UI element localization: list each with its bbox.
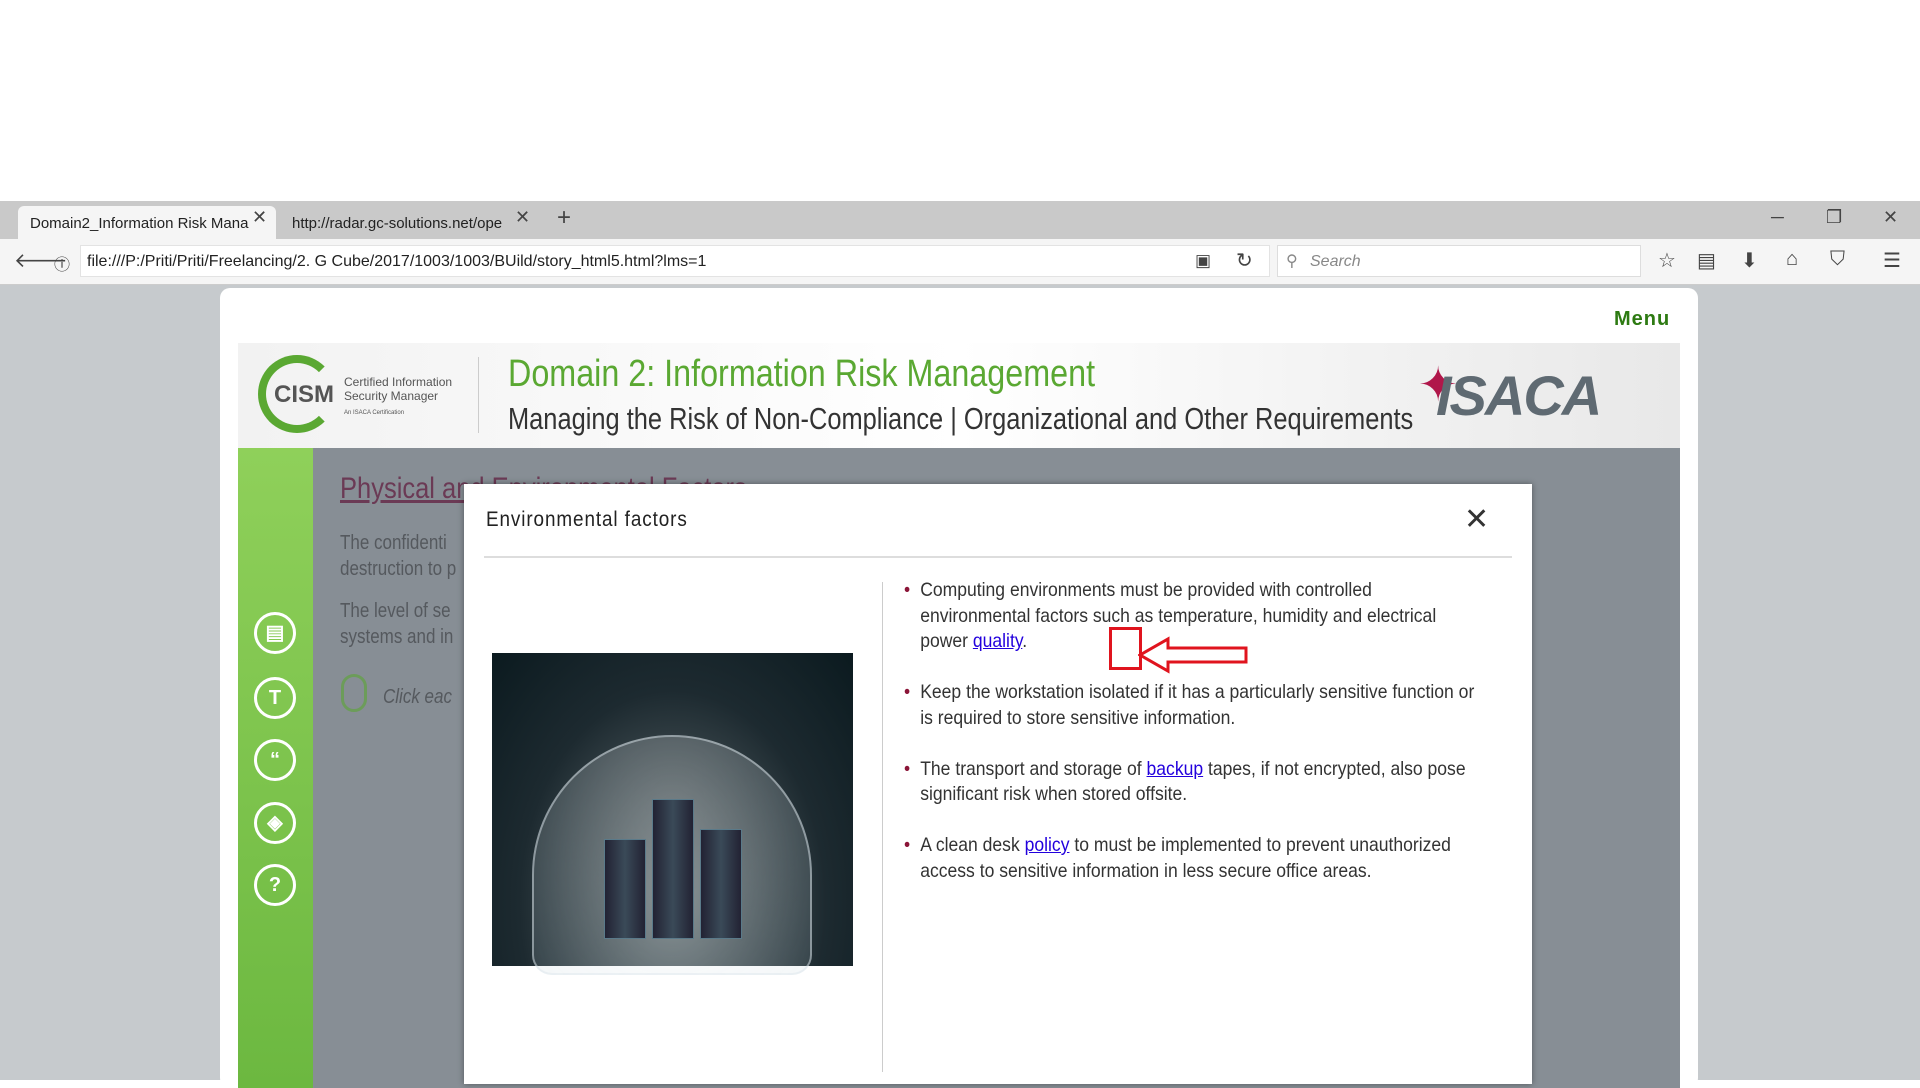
resources-icon[interactable]: ◈	[254, 802, 296, 844]
dialog-title: Environmental factors	[486, 508, 688, 531]
close-dialog-button[interactable]: ✕	[1464, 502, 1489, 537]
nav-bar: 🡐 ⓘ file:///P:/Priti/Priti/Freelancing/2…	[0, 239, 1920, 285]
pocket-icon[interactable]: ⛉	[1830, 248, 1845, 271]
quality-link[interactable]: quality	[973, 630, 1022, 652]
environmental-factors-dialog: Environmental factors ✕ Computing enviro…	[464, 484, 1532, 1084]
course-banner: CISM Certified Information Security Mana…	[238, 343, 1680, 448]
url-text: file:///P:/Priti/Priti/Freelancing/2. G …	[87, 253, 707, 270]
cism-logo-text: CISM	[274, 381, 334, 408]
transcript-icon[interactable]: T	[254, 677, 296, 719]
backup-link[interactable]: backup	[1147, 758, 1204, 780]
help-icon[interactable]: ?	[254, 864, 296, 906]
course-sidebar: ▤ T “ ◈ ?	[238, 448, 313, 1088]
tab-domain2[interactable]: Domain2_Information Risk Mana	[18, 206, 276, 239]
tab-title: http://radar.gc-solutions.net/ope	[292, 215, 503, 232]
close-window-icon[interactable]: ✕	[1883, 207, 1898, 228]
new-tab-icon[interactable]: +	[557, 204, 571, 232]
menu-button[interactable]: Menu	[1614, 308, 1670, 331]
bookmark-star-icon[interactable]: ☆	[1658, 248, 1676, 273]
close-tab-icon[interactable]: ✕	[252, 207, 267, 228]
slide-text: The level of se	[340, 600, 451, 622]
url-bar[interactable]: file:///P:/Priti/Priti/Freelancing/2. G …	[80, 245, 1270, 277]
logo-tiny: An ISACA Certification	[344, 410, 405, 416]
quote-icon[interactable]: “	[254, 739, 296, 781]
server-rack	[652, 799, 694, 939]
glass-dome	[532, 735, 812, 975]
tab-bar: Domain2_Information Risk Mana ✕ http://r…	[0, 201, 1920, 239]
column-divider	[882, 582, 883, 1072]
bullet-text: .	[1022, 630, 1028, 653]
annotation-arrow-icon	[1138, 636, 1248, 674]
library-icon[interactable]: ▤	[1697, 248, 1716, 273]
info-icon[interactable]: ⓘ	[54, 251, 70, 275]
glossary-icon[interactable]: ▤	[254, 612, 296, 654]
search-input[interactable]: ⚲ Search	[1277, 245, 1641, 277]
server-dome-image	[492, 653, 853, 975]
course-title: Domain 2: Information Risk Management	[508, 353, 1096, 395]
isaca-logo: ISACA	[1436, 364, 1602, 427]
close-tab-icon[interactable]: ✕	[515, 207, 530, 228]
server-rack	[700, 829, 742, 939]
cism-logo-sub: Certified Information Security Manager An…	[344, 375, 464, 420]
restore-icon[interactable]: ❐	[1826, 207, 1842, 228]
server-rack	[604, 839, 646, 939]
bullet-text: A clean desk	[920, 833, 1025, 856]
bullet-text: The transport and storage of	[920, 757, 1147, 780]
course-subtitle: Managing the Risk of Non-Compliance | Or…	[508, 401, 1414, 436]
download-icon[interactable]: ⬇	[1741, 248, 1758, 273]
home-icon[interactable]: ⌂	[1786, 248, 1798, 271]
minimize-icon[interactable]: ─	[1771, 207, 1784, 228]
dialog-divider	[484, 556, 1512, 558]
search-icon: ⚲	[1286, 253, 1298, 270]
policy-link[interactable]: policy	[1025, 834, 1070, 856]
logo-sub: Certified Information Security Manager	[344, 375, 453, 403]
search-placeholder: Search	[1310, 253, 1361, 270]
slide-text: The confidenti	[340, 532, 447, 554]
reload-icon[interactable]: ↻	[1236, 248, 1253, 273]
slide-text: systems and in	[340, 626, 454, 648]
mouse-icon	[341, 674, 367, 712]
bullet-text: Keep the workstation isolated if it has …	[920, 681, 1475, 729]
reader-icon[interactable]: ▣	[1195, 251, 1211, 271]
hamburger-menu-icon[interactable]: ☰	[1883, 248, 1901, 273]
bullet-list: Computing environments must be provided …	[904, 578, 1474, 909]
slide-text: destruction to p	[340, 558, 457, 580]
bullet-item: Keep the workstation isolated if it has …	[904, 680, 1480, 731]
banner-divider	[478, 357, 479, 433]
tab-title: Domain2_Information Risk Mana	[30, 215, 249, 232]
tab-radar[interactable]: http://radar.gc-solutions.net/ope	[280, 206, 512, 239]
bullet-item: The transport and storage of backup tape…	[904, 757, 1480, 808]
bullet-item: A clean desk policy to must be implement…	[904, 833, 1480, 884]
click-instruction: Click eac	[383, 686, 452, 708]
